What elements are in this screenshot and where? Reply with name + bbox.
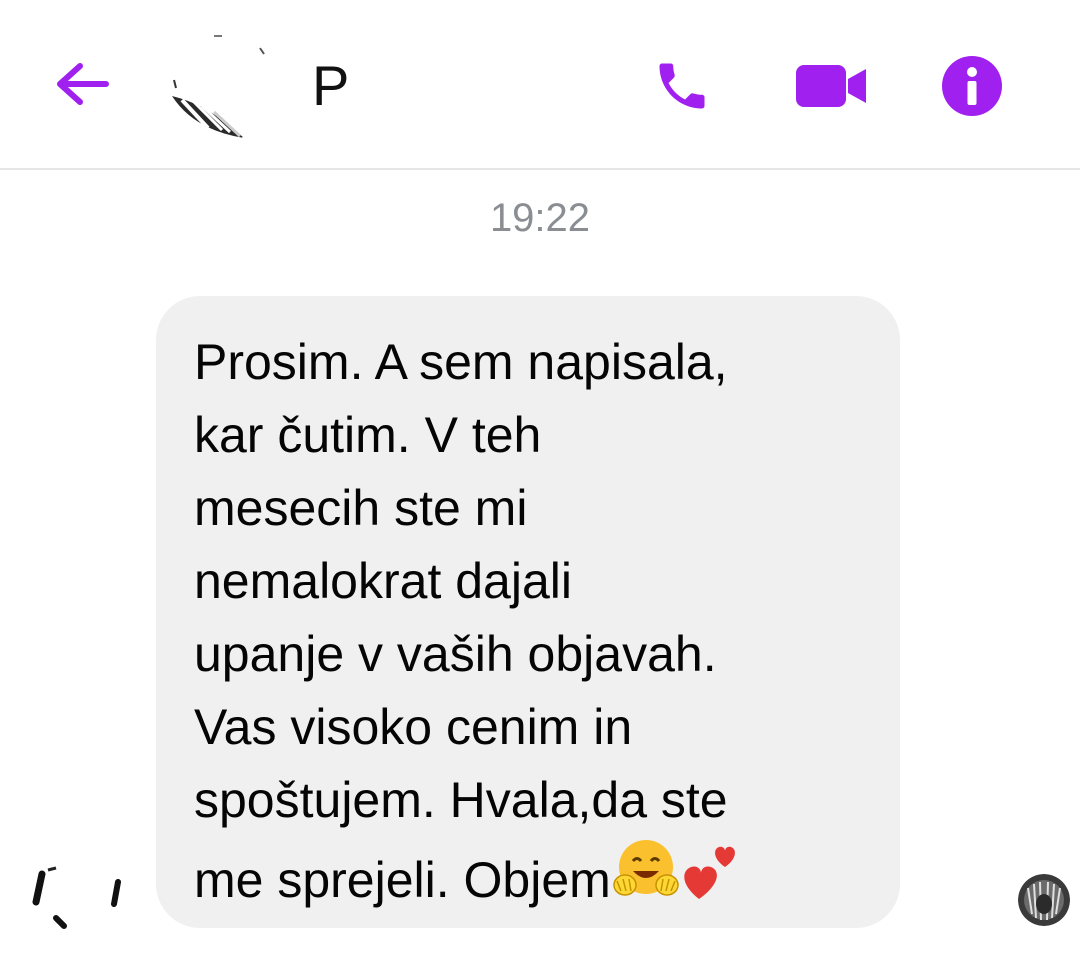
info-button[interactable] bbox=[940, 54, 1004, 118]
sender-avatar[interactable] bbox=[28, 856, 128, 940]
contact-name[interactable]: P bbox=[312, 54, 349, 118]
hugging-face-emoji bbox=[611, 837, 681, 908]
contact-avatar[interactable] bbox=[164, 30, 276, 142]
chat-header: P bbox=[0, 0, 1080, 170]
chat-screen: P 19:22 Prosim. A sem napisala, kar čuti… bbox=[0, 0, 1080, 976]
message-bubble[interactable]: Prosim. A sem napisala, kar čutim. V teh… bbox=[156, 296, 900, 928]
message-text: Prosim. A sem napisala, kar čutim. V teh… bbox=[194, 334, 728, 908]
video-call-button[interactable] bbox=[794, 54, 870, 118]
phone-icon bbox=[659, 63, 705, 109]
info-icon bbox=[942, 56, 1002, 116]
message-timestamp: 19:22 bbox=[489, 196, 591, 240]
seen-indicator-avatar bbox=[1018, 874, 1070, 926]
sender-avatar-image bbox=[32, 866, 121, 929]
voice-call-button[interactable] bbox=[650, 54, 714, 118]
back-button[interactable] bbox=[50, 56, 114, 112]
seen-avatar-image bbox=[1018, 874, 1070, 926]
two-hearts-emoji bbox=[681, 837, 743, 908]
avatar-image bbox=[164, 30, 276, 142]
arrow-left-icon bbox=[57, 63, 109, 105]
video-camera-icon bbox=[796, 65, 866, 107]
